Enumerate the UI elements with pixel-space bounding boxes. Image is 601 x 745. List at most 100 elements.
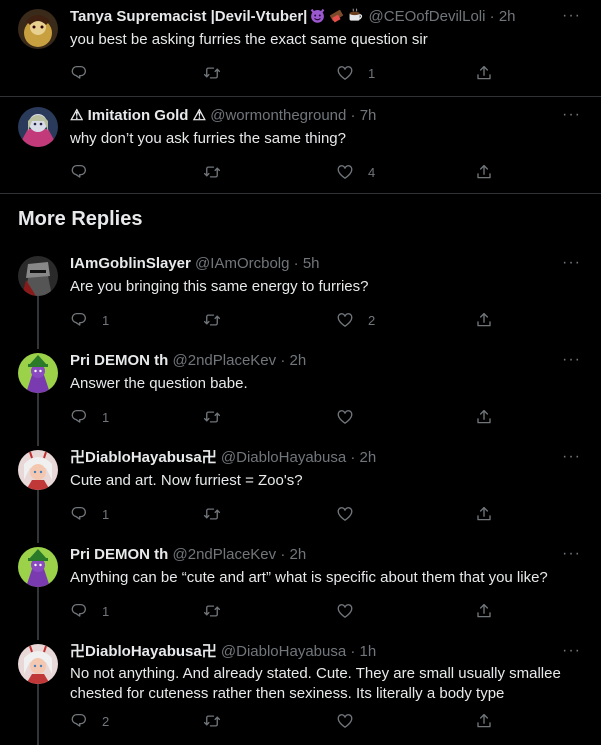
reply-tweet[interactable]: Pri DEMON th @2ndPlaceKev · 2h ··· Anyth… bbox=[0, 541, 601, 640]
repost-button[interactable] bbox=[203, 601, 221, 621]
like-button[interactable] bbox=[336, 504, 354, 524]
tweet-header: Pri DEMON th @2ndPlaceKev · 2h bbox=[70, 351, 561, 371]
display-name[interactable]: Pri DEMON th bbox=[70, 546, 168, 563]
repost-button[interactable] bbox=[203, 310, 221, 330]
reply-tweet[interactable]: Pri DEMON th @2ndPlaceKev · 2h ··· Answe… bbox=[0, 347, 601, 446]
reply-button[interactable]: 1 bbox=[70, 601, 109, 621]
timestamp[interactable]: 7h bbox=[360, 107, 377, 124]
reply-count: 1 bbox=[102, 603, 110, 619]
separator-dot: · bbox=[280, 352, 286, 369]
separator-dot: · bbox=[350, 449, 356, 466]
more-options-icon[interactable]: ··· bbox=[562, 255, 581, 271]
separator-dot: · bbox=[293, 255, 299, 272]
avatar[interactable] bbox=[18, 9, 58, 49]
reply-icon bbox=[71, 409, 87, 423]
handle[interactable]: @2ndPlaceKev bbox=[173, 352, 277, 369]
reply-icon bbox=[71, 713, 87, 727]
share-button[interactable] bbox=[475, 63, 493, 83]
avatar[interactable] bbox=[18, 450, 58, 490]
reply-button[interactable] bbox=[70, 63, 102, 83]
more-options-icon[interactable]: ··· bbox=[562, 107, 581, 123]
tweet[interactable]: Tanya Supremacist |Devil-Vtuber| @CEOofD… bbox=[0, 0, 601, 97]
avatar[interactable] bbox=[18, 547, 58, 587]
handle[interactable]: @2ndPlaceKev bbox=[173, 546, 277, 563]
share-button[interactable] bbox=[475, 504, 493, 524]
avatar[interactable] bbox=[18, 256, 58, 296]
handle[interactable]: @IAmOrcbolg bbox=[195, 255, 289, 272]
reply-tweet[interactable]: 卍DiabloHayabusa卍 @DiabloHayabusa · 2h ··… bbox=[0, 444, 601, 543]
display-name[interactable]: IAmGoblinSlayer bbox=[70, 255, 191, 272]
tweet[interactable]: ⚠ Imitation Gold ⚠ @wormontheground · 7h… bbox=[0, 97, 601, 194]
display-name[interactable]: 卍DiabloHayabusa卍 bbox=[70, 449, 217, 466]
avatar[interactable] bbox=[18, 644, 58, 684]
display-name[interactable]: Pri DEMON th bbox=[70, 352, 168, 369]
like-button[interactable]: 2 bbox=[336, 310, 375, 330]
share-icon bbox=[477, 65, 491, 80]
share-button[interactable] bbox=[475, 711, 493, 731]
display-name[interactable]: ⚠ Imitation Gold ⚠ bbox=[70, 107, 206, 124]
reply-button[interactable] bbox=[70, 162, 102, 182]
reply-count: 1 bbox=[102, 312, 110, 328]
tweet-text: Anything can be “cute and art” what is s… bbox=[70, 569, 548, 586]
timestamp[interactable]: 2h bbox=[289, 352, 306, 369]
timestamp[interactable]: 2h bbox=[360, 449, 377, 466]
repost-icon bbox=[203, 715, 221, 727]
like-button[interactable] bbox=[336, 407, 354, 427]
reply-button[interactable]: 1 bbox=[70, 407, 109, 427]
reply-count: 2 bbox=[102, 713, 110, 729]
heart-icon bbox=[337, 410, 353, 424]
more-options-icon[interactable]: ··· bbox=[562, 8, 581, 24]
repost-icon bbox=[203, 605, 221, 617]
share-icon bbox=[477, 409, 491, 424]
reply-tweet[interactable]: 卍DiabloHayabusa卍 @DiabloHayabusa · 1h ··… bbox=[0, 638, 601, 745]
tweet-header: Tanya Supremacist |Devil-Vtuber| @CEOofD… bbox=[70, 7, 561, 27]
heart-icon bbox=[337, 604, 353, 618]
share-button[interactable] bbox=[475, 310, 493, 330]
more-options-icon[interactable]: ··· bbox=[562, 352, 581, 368]
like-button[interactable]: 1 bbox=[336, 63, 375, 83]
reply-button[interactable]: 1 bbox=[70, 504, 109, 524]
display-name[interactable]: 卍DiabloHayabusa卍 bbox=[70, 643, 217, 660]
more-options-icon[interactable]: ··· bbox=[562, 643, 581, 659]
thread-line bbox=[37, 587, 39, 640]
avatar[interactable] bbox=[18, 107, 58, 147]
more-options-icon[interactable]: ··· bbox=[562, 546, 581, 562]
tweet-text: No not anything. And already stated. Cut… bbox=[70, 665, 561, 702]
timestamp[interactable]: 2h bbox=[289, 546, 306, 563]
tweet-text: Are you bringing this same energy to fur… bbox=[70, 278, 369, 295]
repost-button[interactable] bbox=[203, 63, 235, 83]
reply-icon bbox=[71, 312, 87, 326]
action-bar: 1 bbox=[70, 407, 500, 427]
reply-button[interactable]: 1 bbox=[70, 310, 109, 330]
avatar[interactable] bbox=[18, 353, 58, 393]
share-icon bbox=[477, 164, 491, 179]
handle[interactable]: @wormontheground bbox=[210, 107, 346, 124]
repost-button[interactable] bbox=[203, 504, 221, 524]
section-title: More Replies bbox=[18, 208, 143, 230]
share-button[interactable] bbox=[475, 162, 493, 182]
reply-count: 1 bbox=[102, 409, 110, 425]
timestamp[interactable]: 2h bbox=[499, 8, 516, 25]
handle[interactable]: @DiabloHayabusa bbox=[221, 643, 346, 660]
repost-button[interactable] bbox=[203, 407, 221, 427]
reply-tweet[interactable]: IAmGoblinSlayer @IAmOrcbolg · 5h ··· Are… bbox=[0, 250, 601, 349]
display-name[interactable]: Tanya Supremacist |Devil-Vtuber| bbox=[70, 8, 307, 25]
repost-button[interactable] bbox=[203, 711, 221, 731]
timestamp[interactable]: 5h bbox=[303, 255, 320, 272]
share-button[interactable] bbox=[475, 601, 493, 621]
more-options-icon[interactable]: ··· bbox=[562, 449, 581, 465]
like-button[interactable]: 4 bbox=[336, 162, 375, 182]
like-button[interactable] bbox=[336, 601, 354, 621]
action-bar: 1 bbox=[70, 63, 500, 83]
action-bar: 1 bbox=[70, 504, 500, 524]
timestamp[interactable]: 1h bbox=[360, 643, 377, 660]
repost-button[interactable] bbox=[203, 162, 235, 182]
share-button[interactable] bbox=[475, 407, 493, 427]
separator-dot: · bbox=[489, 8, 495, 25]
share-icon bbox=[477, 312, 491, 327]
handle[interactable]: @DiabloHayabusa bbox=[221, 449, 346, 466]
like-button[interactable] bbox=[336, 711, 354, 731]
handle[interactable]: @CEOofDevilLoli bbox=[369, 8, 486, 25]
reply-button[interactable]: 2 bbox=[70, 711, 109, 731]
action-bar: 1 2 bbox=[70, 310, 500, 330]
